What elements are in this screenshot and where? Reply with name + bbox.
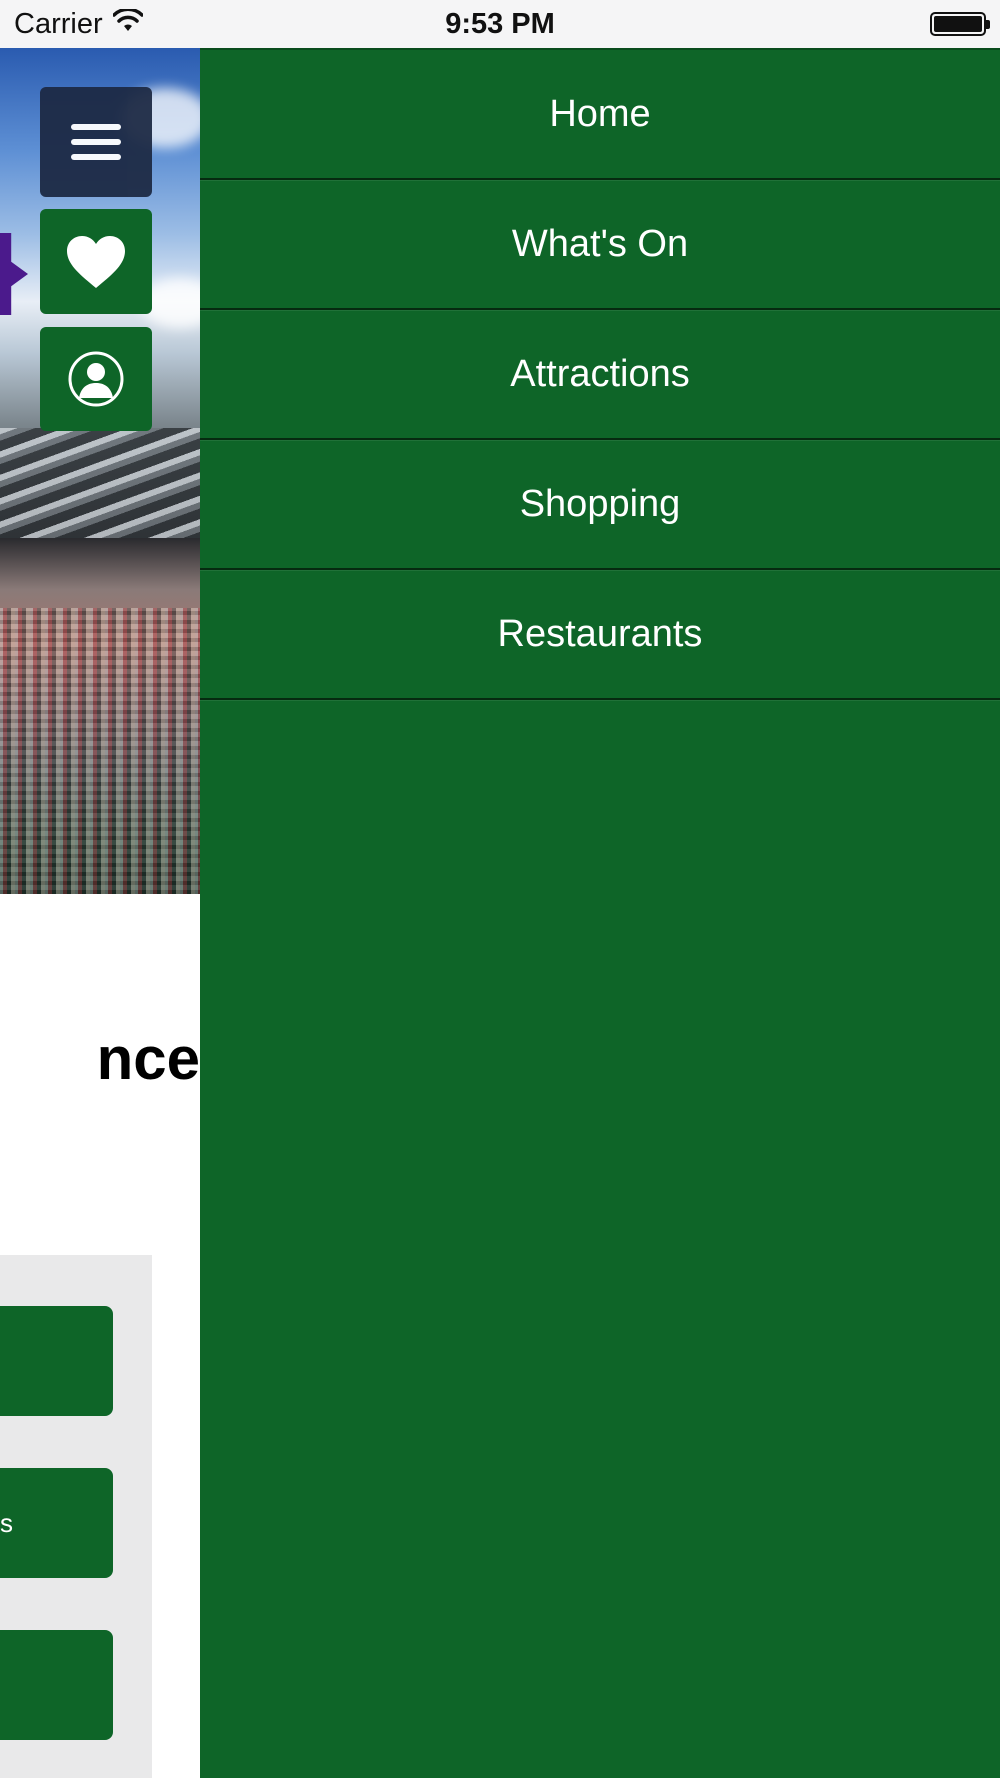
menu-button[interactable] (40, 87, 152, 197)
drawer-item-label: Home (549, 92, 651, 135)
drawer-item-label: Restaurants (497, 612, 703, 655)
heart-icon (67, 235, 125, 288)
drawer-item-label: Shopping (519, 482, 681, 525)
wifi-icon (111, 7, 144, 41)
battery-icon (930, 12, 990, 36)
status-time: 9:53 PM (445, 7, 555, 40)
user-profile-icon (68, 351, 124, 407)
drawer-item-label: Attractions (510, 352, 690, 395)
quick-link-card[interactable] (0, 1306, 113, 1416)
navigation-drawer: Home What's On Attractions Shopping Rest… (200, 48, 1000, 1778)
drawer-item-home[interactable]: Home (200, 50, 1000, 180)
drawer-item-shopping[interactable]: Shopping (200, 440, 1000, 570)
battery-level (934, 16, 982, 32)
quick-link-card[interactable] (0, 1630, 113, 1740)
page-heading: nce (96, 1025, 200, 1092)
hero-stadium-roof (0, 428, 200, 538)
status-bar: Carrier 9:53 PM (0, 0, 1000, 48)
status-left: Carrier (14, 7, 144, 41)
drawer-item-attractions[interactable]: Attractions (200, 310, 1000, 440)
drawer-item-label: What's On (511, 222, 689, 265)
favorites-button[interactable] (40, 209, 152, 314)
hero-crowd (0, 608, 200, 894)
profile-button[interactable] (40, 327, 152, 431)
quick-link-card[interactable]: s (0, 1468, 113, 1578)
hero-purple-marker (0, 233, 28, 315)
drawer-item-restaurants[interactable]: Restaurants (200, 570, 1000, 700)
hamburger-menu-icon (71, 124, 121, 160)
carrier-label: Carrier (14, 7, 103, 40)
drawer-item-whats-on[interactable]: What's On (200, 180, 1000, 310)
quick-link-label: s (0, 1507, 13, 1538)
